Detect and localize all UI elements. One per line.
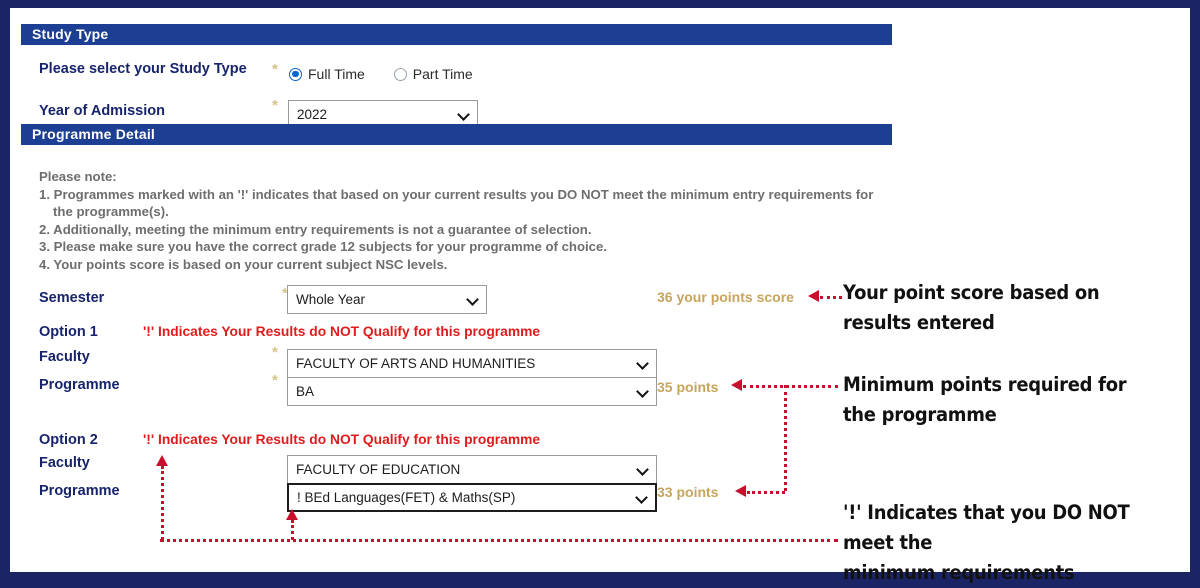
required-asterisk-option1-programme: * <box>272 372 278 389</box>
semester-label: Semester <box>39 290 105 306</box>
annotation-minimum-points-line1: Minimum points required for <box>843 373 1127 396</box>
radio-part-time[interactable] <box>393 67 407 81</box>
option1-faculty-select[interactable]: FACULTY OF ARTS AND HUMANITIES <box>287 349 657 378</box>
required-asterisk-option1-faculty: * <box>272 344 278 361</box>
note-item-3: 3. Please make sure you have the correct… <box>39 239 608 254</box>
semester-value: Whole Year <box>296 292 366 307</box>
option1-programme-select[interactable]: BA <box>287 377 657 406</box>
chevron-down-icon <box>637 463 650 476</box>
connector-exclam-branch-left-arrowhead <box>156 455 168 466</box>
connector-exclam-branch-left-line <box>161 466 164 540</box>
annotation-exclamation-line2: minimum requirements <box>843 561 1075 584</box>
form-page: Study Type Please select your Study Type… <box>10 8 1190 584</box>
section-header-programme-detail: Programme Detail <box>21 124 892 145</box>
note-heading: Please note: <box>39 169 117 184</box>
option1-minimum-points-label: 35 points <box>657 379 719 395</box>
chevron-down-icon <box>467 293 480 306</box>
year-of-admission-label: Year of Admission <box>39 103 165 119</box>
connector-score-arrowhead <box>808 290 819 302</box>
note-item-1: 1. Programmes marked with an '!' indicat… <box>39 186 874 220</box>
connector-exclam-branch-mid-arrowhead <box>286 509 298 520</box>
connector-min-vertical-line <box>784 385 787 491</box>
note-item-4: 4. Your points score is based on your cu… <box>39 256 448 272</box>
connector-min35-arrowhead <box>731 379 742 391</box>
option2-programme-value: ! BEd Languages(FET) & Maths(SP) <box>297 490 516 505</box>
option1-qualify-warning: '!' Indicates Your Results do NOT Qualif… <box>143 324 541 339</box>
connector-min33-line <box>747 491 785 494</box>
year-of-admission-value: 2022 <box>297 107 328 122</box>
option2-faculty-label: Faculty <box>39 455 90 471</box>
radio-full-time[interactable] <box>289 67 302 81</box>
chevron-down-icon <box>637 385 650 398</box>
annotation-minimum-points-line2: the programme <box>843 403 997 426</box>
option2-faculty-value: FACULTY OF EDUCATION <box>296 462 461 477</box>
annotation-exclamation-meaning: '!' Indicates that you DO NOT meet the m… <box>843 498 1174 588</box>
note-item-2: 2. Additionally, meeting the minimum ent… <box>39 221 592 237</box>
option1-faculty-value: FACULTY OF ARTS AND HUMANITIES <box>296 356 536 371</box>
option2-qualify-warning: '!' Indicates Your Results do NOT Qualif… <box>143 432 541 447</box>
option2-minimum-points-label: 33 points <box>657 484 719 500</box>
annotation-exclamation-line1: '!' Indicates that you DO NOT meet the <box>843 501 1130 554</box>
required-asterisk-year: * <box>272 97 278 114</box>
section-header-study-type: Study Type <box>21 24 892 45</box>
option2-label: Option 2 <box>39 432 98 448</box>
radio-full-time-label: Full Time <box>308 66 365 82</box>
option1-programme-label: Programme <box>39 377 120 393</box>
connector-exclam-branch-mid-line <box>291 520 294 540</box>
study-type-question-label: Please select your Study Type <box>39 61 247 77</box>
semester-select[interactable]: Whole Year <box>287 285 487 314</box>
option1-label: Option 1 <box>39 324 98 340</box>
radio-group-study-type[interactable]: Full Time Part Time <box>289 66 473 82</box>
connector-score-line <box>820 296 842 299</box>
option2-faculty-select[interactable]: FACULTY OF EDUCATION <box>287 455 657 484</box>
annotation-minimum-points: Minimum points required for the programm… <box>843 370 1165 430</box>
chevron-down-icon <box>636 491 649 504</box>
option1-faculty-label: Faculty <box>39 349 90 365</box>
chevron-down-icon <box>458 108 471 121</box>
radio-part-time-label: Part Time <box>412 66 473 82</box>
please-note-block: Please note: 1. Programmes marked with a… <box>39 168 899 273</box>
required-asterisk-study-type: * <box>272 61 278 78</box>
annotation-points-score-line1: Your point score based on <box>843 281 1100 304</box>
option2-programme-select[interactable]: ! BEd Languages(FET) & Maths(SP) <box>287 483 657 512</box>
annotation-points-score: Your point score based on results entere… <box>843 278 1165 338</box>
option2-programme-label: Programme <box>39 483 120 499</box>
connector-min33-arrowhead <box>735 485 746 497</box>
chevron-down-icon <box>637 357 650 370</box>
option1-programme-value: BA <box>296 384 315 399</box>
annotation-points-score-line2: results entered <box>843 311 995 334</box>
connector-min35-line <box>743 385 838 388</box>
your-points-score-label: 36 your points score <box>657 289 794 305</box>
connector-exclam-horizontal-line <box>160 539 838 542</box>
